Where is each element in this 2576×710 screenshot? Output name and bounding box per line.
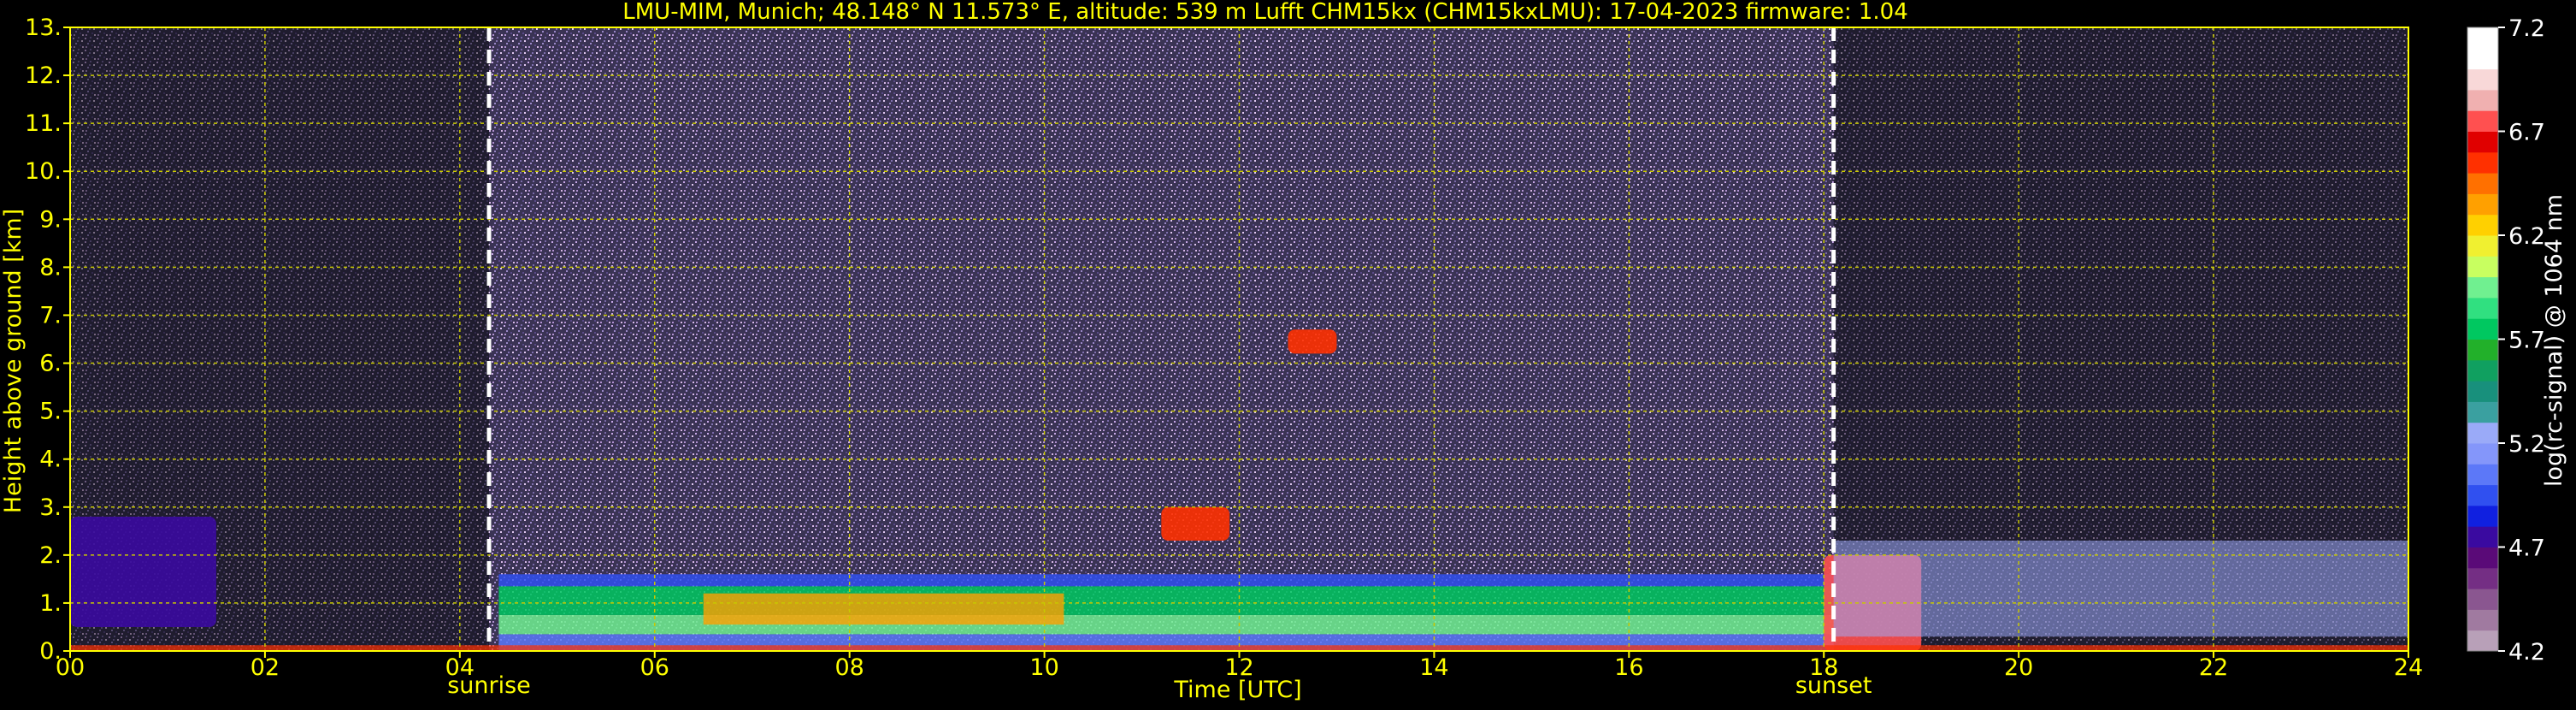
colorbar-segment [2467,89,2498,111]
cloud-feature-2 [1288,329,1337,354]
y-tick-label: 0. [39,638,62,665]
colorbar-tick-label: 7.2 [2508,15,2545,42]
boundary-layer-band [498,574,1834,587]
y-tick-label: 5. [39,399,62,425]
colorbar-tick-label: 4.7 [2508,535,2545,562]
colorbar-segment [2467,589,2498,610]
y-tick-label: 7. [39,302,62,328]
colorbar-segment [2467,48,2498,70]
colorbar-segment [2467,484,2498,506]
x-tick-label: 06 [640,654,669,681]
y-tick-label: 8. [39,254,62,281]
y-tick-label: 9. [39,206,62,233]
colorbar-segment [2467,401,2498,423]
boundary-layer-band [498,614,1834,635]
y-tick-label: 10. [25,158,62,185]
colorbar-segment [2467,609,2498,631]
x-tick-label: 20 [2004,654,2033,681]
colorbar-segment [2467,235,2498,257]
colorbar-segment [2467,359,2498,382]
colorbar-segment [2467,339,2498,361]
colorbar-tick-label: 6.7 [2508,120,2545,146]
colorbar-segment [2467,27,2498,49]
colorbar-segment [2467,567,2498,589]
ceilometer-chart: LMU-MIM, Munich; 48.148° N 11.573° E, al… [0,0,2576,707]
colorbar-segment [2467,505,2498,527]
colorbar: 4.2 4.7 5.2 5.7 6.2 6.7 7.2 [2467,15,2545,666]
y-tick-label: 12. [25,62,62,89]
colorbar-segment [2467,173,2498,194]
y-tick-label: 3. [39,494,62,521]
x-tick-label: 08 [834,654,864,681]
colorbar-segment [2467,110,2498,132]
colorbar-segment [2467,131,2498,153]
colorbar-tick-label: 5.2 [2508,431,2545,458]
colorbar-segment [2467,526,2498,547]
x-tick-label: 14 [1419,654,1448,681]
colorbar-segment [2467,193,2498,216]
colorbar-segment [2467,381,2498,402]
colorbar-segment [2467,422,2498,444]
y-tick-label: 4. [39,447,62,473]
colorbar-segment [2467,318,2498,340]
cloud-feature-4 [70,516,216,627]
x-tick-label: 04 [445,654,475,681]
x-tick-label: 02 [251,654,280,681]
x-tick-label: 24 [2394,654,2423,681]
colorbar-tick-label: 4.2 [2508,639,2545,666]
y-tick-label: 2. [39,542,62,569]
colorbar-tick-label: 5.7 [2508,328,2545,354]
colorbar-segment [2467,297,2498,319]
x-tick-label: 16 [1614,654,1643,681]
colorbar-segment [2467,276,2498,299]
colorbar-segment [2467,151,2498,174]
colorbar-segment [2467,547,2498,569]
colorbar-segment [2467,464,2498,486]
chart-title: LMU-MIM, Munich; 48.148° N 11.573° E, al… [622,0,1907,25]
colorbar-label: log(rc-signal) @ 1064 nm [2541,194,2567,487]
x-tick-label: 22 [2199,654,2228,681]
boundary-layer-band [498,586,1834,615]
x-tick-label: 10 [1029,654,1058,681]
x-axis-label: Time [UTC] [1173,677,1301,703]
colorbar-segment [2467,68,2498,91]
y-tick-label: 13. [25,15,62,41]
y-axis-label: Height above ground [km] [0,209,27,513]
colorbar-segment [2467,630,2498,652]
chart-svg: LMU-MIM, Munich; 48.148° N 11.573° E, al… [0,0,2567,703]
cloud-feature-1 [1161,506,1230,541]
y-tick-label: 1. [39,590,62,617]
colorbar-segment [2467,443,2498,464]
colorbar-tick-label: 6.2 [2508,223,2545,250]
x-tick-label: 18 [1809,654,1838,681]
colorbar-segment [2467,256,2498,278]
y-tick-label: 6. [39,351,62,377]
colorbar-segment [2467,214,2498,236]
y-tick-label: 11. [25,110,62,137]
aerosol-core [703,593,1064,625]
